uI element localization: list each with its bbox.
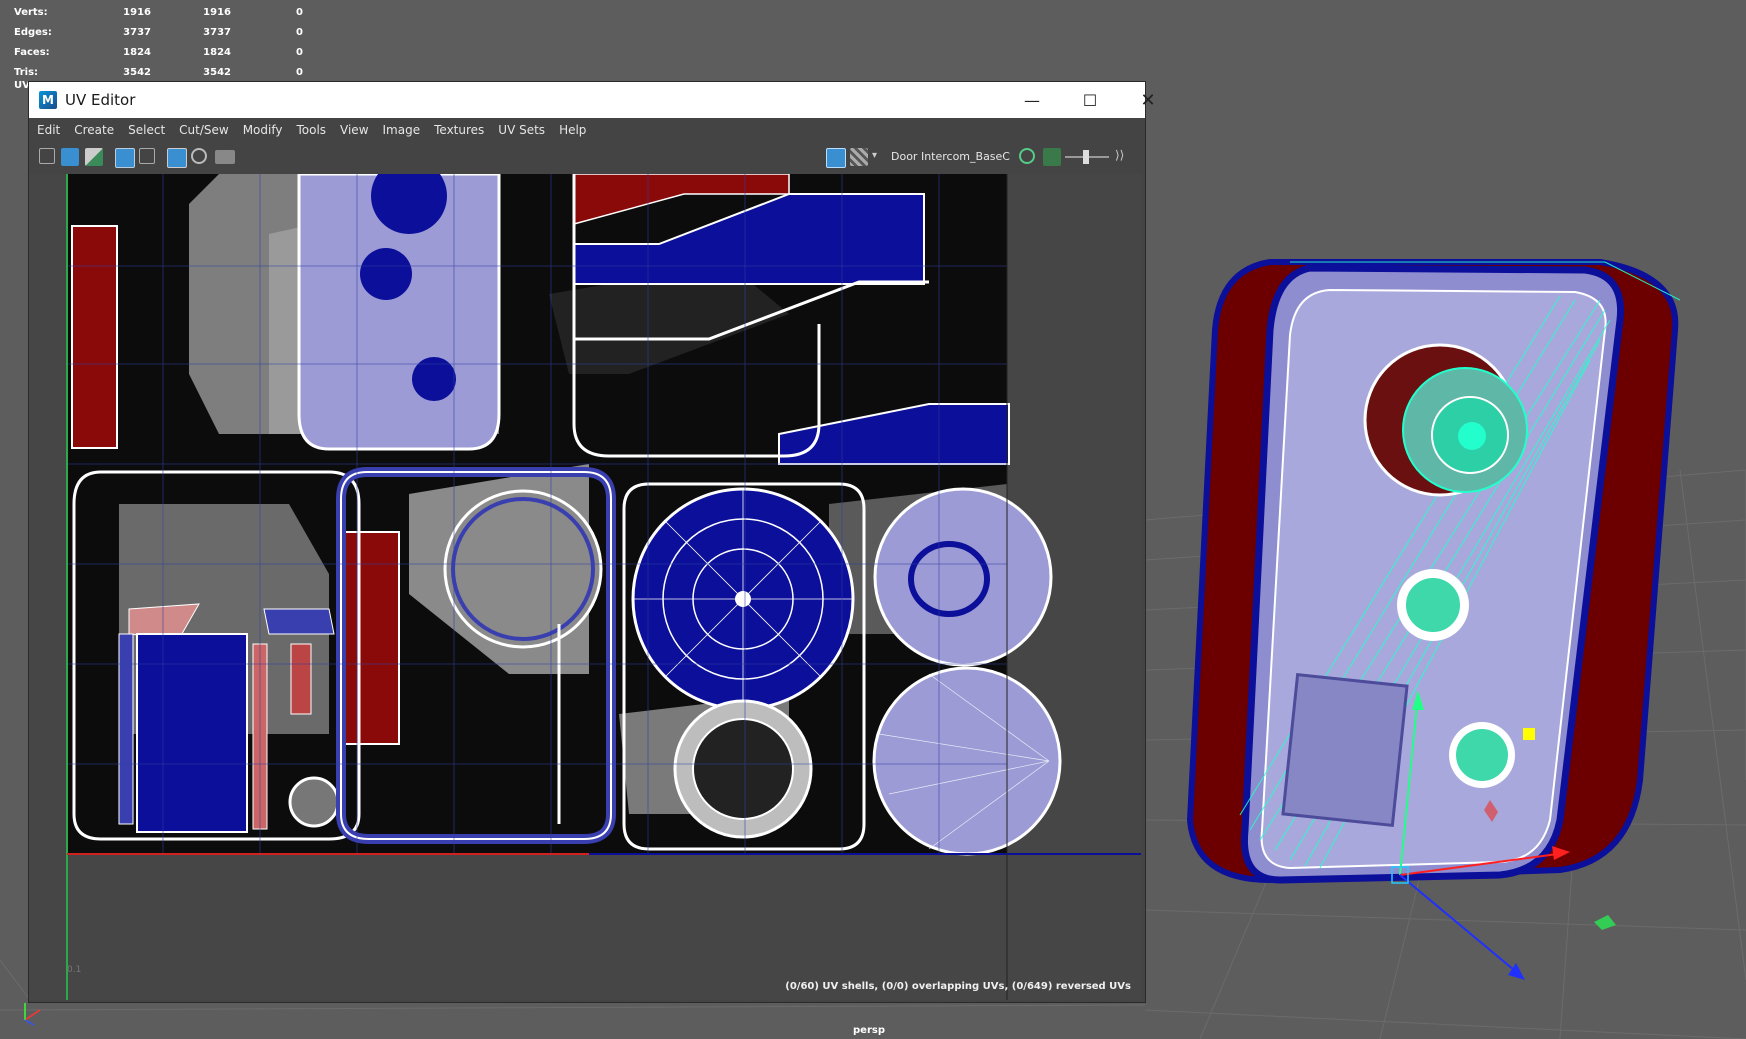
chevron-down-icon[interactable]: ▾ bbox=[872, 150, 890, 168]
image-channel-icon[interactable] bbox=[1043, 148, 1061, 166]
uv-grid-icon[interactable] bbox=[39, 148, 55, 164]
hud-value: 1916 bbox=[123, 6, 151, 18]
poly-count-hud: Verts: 1916 1916 0 Edges: 3737 3737 0 Fa… bbox=[14, 2, 303, 82]
display-image-icon[interactable] bbox=[115, 148, 135, 168]
axis-value-label: 0.1 bbox=[67, 965, 82, 975]
pixel-snap-icon[interactable] bbox=[191, 148, 207, 164]
menu-tools[interactable]: Tools bbox=[288, 123, 332, 137]
hud-row-faces: Faces: 1824 1824 0 bbox=[14, 42, 303, 62]
camera-label: persp bbox=[853, 1025, 885, 1036]
hud-value: 3737 bbox=[203, 26, 231, 38]
hud-value: 1824 bbox=[203, 46, 231, 58]
hud-value: 3737 bbox=[123, 26, 151, 38]
image-display-icon[interactable] bbox=[826, 148, 846, 168]
hud-value: 0 bbox=[296, 46, 303, 58]
hud-value: 0 bbox=[296, 6, 303, 18]
menu-image[interactable]: Image bbox=[375, 123, 427, 137]
hud-label: Edges: bbox=[14, 26, 52, 38]
menu-uv-sets[interactable]: UV Sets bbox=[490, 123, 551, 137]
exposure-slider[interactable] bbox=[1065, 150, 1109, 164]
slider-handle[interactable] bbox=[1083, 150, 1089, 164]
uv-texture-tile bbox=[67, 174, 1062, 856]
texture-borders-icon[interactable] bbox=[85, 148, 103, 166]
maximize-button[interactable]: ☐ bbox=[1061, 82, 1119, 118]
uv-status-text: (0/60) UV shells, (0/0) overlapping UVs,… bbox=[785, 981, 1131, 992]
hud-label: Faces: bbox=[14, 46, 50, 58]
uv-canvas[interactable]: 0.1 (0/60) UV shells, (0/0) overlapping … bbox=[29, 174, 1141, 1000]
hud-label: Verts: bbox=[14, 6, 48, 18]
globe-icon[interactable] bbox=[1019, 148, 1035, 164]
close-button[interactable]: ✕ bbox=[1119, 82, 1177, 118]
hud-value: 1916 bbox=[203, 6, 231, 18]
hud-row-verts: Verts: 1916 1916 0 bbox=[14, 2, 303, 22]
expand-toolbar-icon[interactable]: ⟩⟩ bbox=[1115, 148, 1133, 166]
minimize-button[interactable]: — bbox=[1003, 82, 1061, 118]
menu-select[interactable]: Select bbox=[120, 123, 171, 137]
title-bar[interactable]: M UV Editor — ☐ ✕ bbox=[29, 82, 1156, 118]
maya-app-icon: M bbox=[39, 91, 57, 109]
shaded-uv-icon[interactable] bbox=[61, 148, 79, 166]
grid-toggle-icon[interactable] bbox=[167, 148, 187, 168]
close-icon: ✕ bbox=[1140, 89, 1156, 111]
menu-help[interactable]: Help bbox=[551, 123, 592, 137]
intercom-3d-model[interactable] bbox=[1186, 259, 1681, 884]
menu-textures[interactable]: Textures bbox=[426, 123, 490, 137]
menu-modify[interactable]: Modify bbox=[235, 123, 289, 137]
hud-row-edges: Edges: 3737 3737 0 bbox=[14, 22, 303, 42]
hud-label: Tris: bbox=[14, 66, 39, 78]
menu-view[interactable]: View bbox=[332, 123, 374, 137]
window-title: UV Editor bbox=[65, 91, 136, 109]
texture-name-field[interactable]: Door Intercom_BaseC bbox=[891, 150, 1019, 163]
hud-value: 3542 bbox=[203, 66, 231, 78]
hud-value: 1824 bbox=[123, 46, 151, 58]
dim-image-icon[interactable] bbox=[139, 148, 155, 164]
hud-row-tris: Tris: 3542 3542 0 bbox=[14, 62, 303, 82]
menu-bar: Edit Create Select Cut/Sew Modify Tools … bbox=[29, 118, 1145, 142]
hud-value: 3542 bbox=[123, 66, 151, 78]
menu-edit[interactable]: Edit bbox=[29, 123, 66, 137]
checker-icon[interactable] bbox=[850, 148, 868, 166]
menu-create[interactable]: Create bbox=[66, 123, 120, 137]
uv-toolbar: ▾ Door Intercom_BaseC ⟩⟩ bbox=[29, 142, 1145, 172]
maximize-icon: ☐ bbox=[1082, 90, 1098, 110]
uv-editor-window[interactable]: M UV Editor — ☐ ✕ Edit Create Select Cut… bbox=[29, 82, 1156, 1002]
minimize-icon: — bbox=[1024, 90, 1040, 110]
hud-value: 0 bbox=[296, 26, 303, 38]
hud-value: 0 bbox=[296, 66, 303, 78]
menu-cut-sew[interactable]: Cut/Sew bbox=[171, 123, 235, 137]
camera-snapshot-icon[interactable] bbox=[215, 150, 235, 164]
